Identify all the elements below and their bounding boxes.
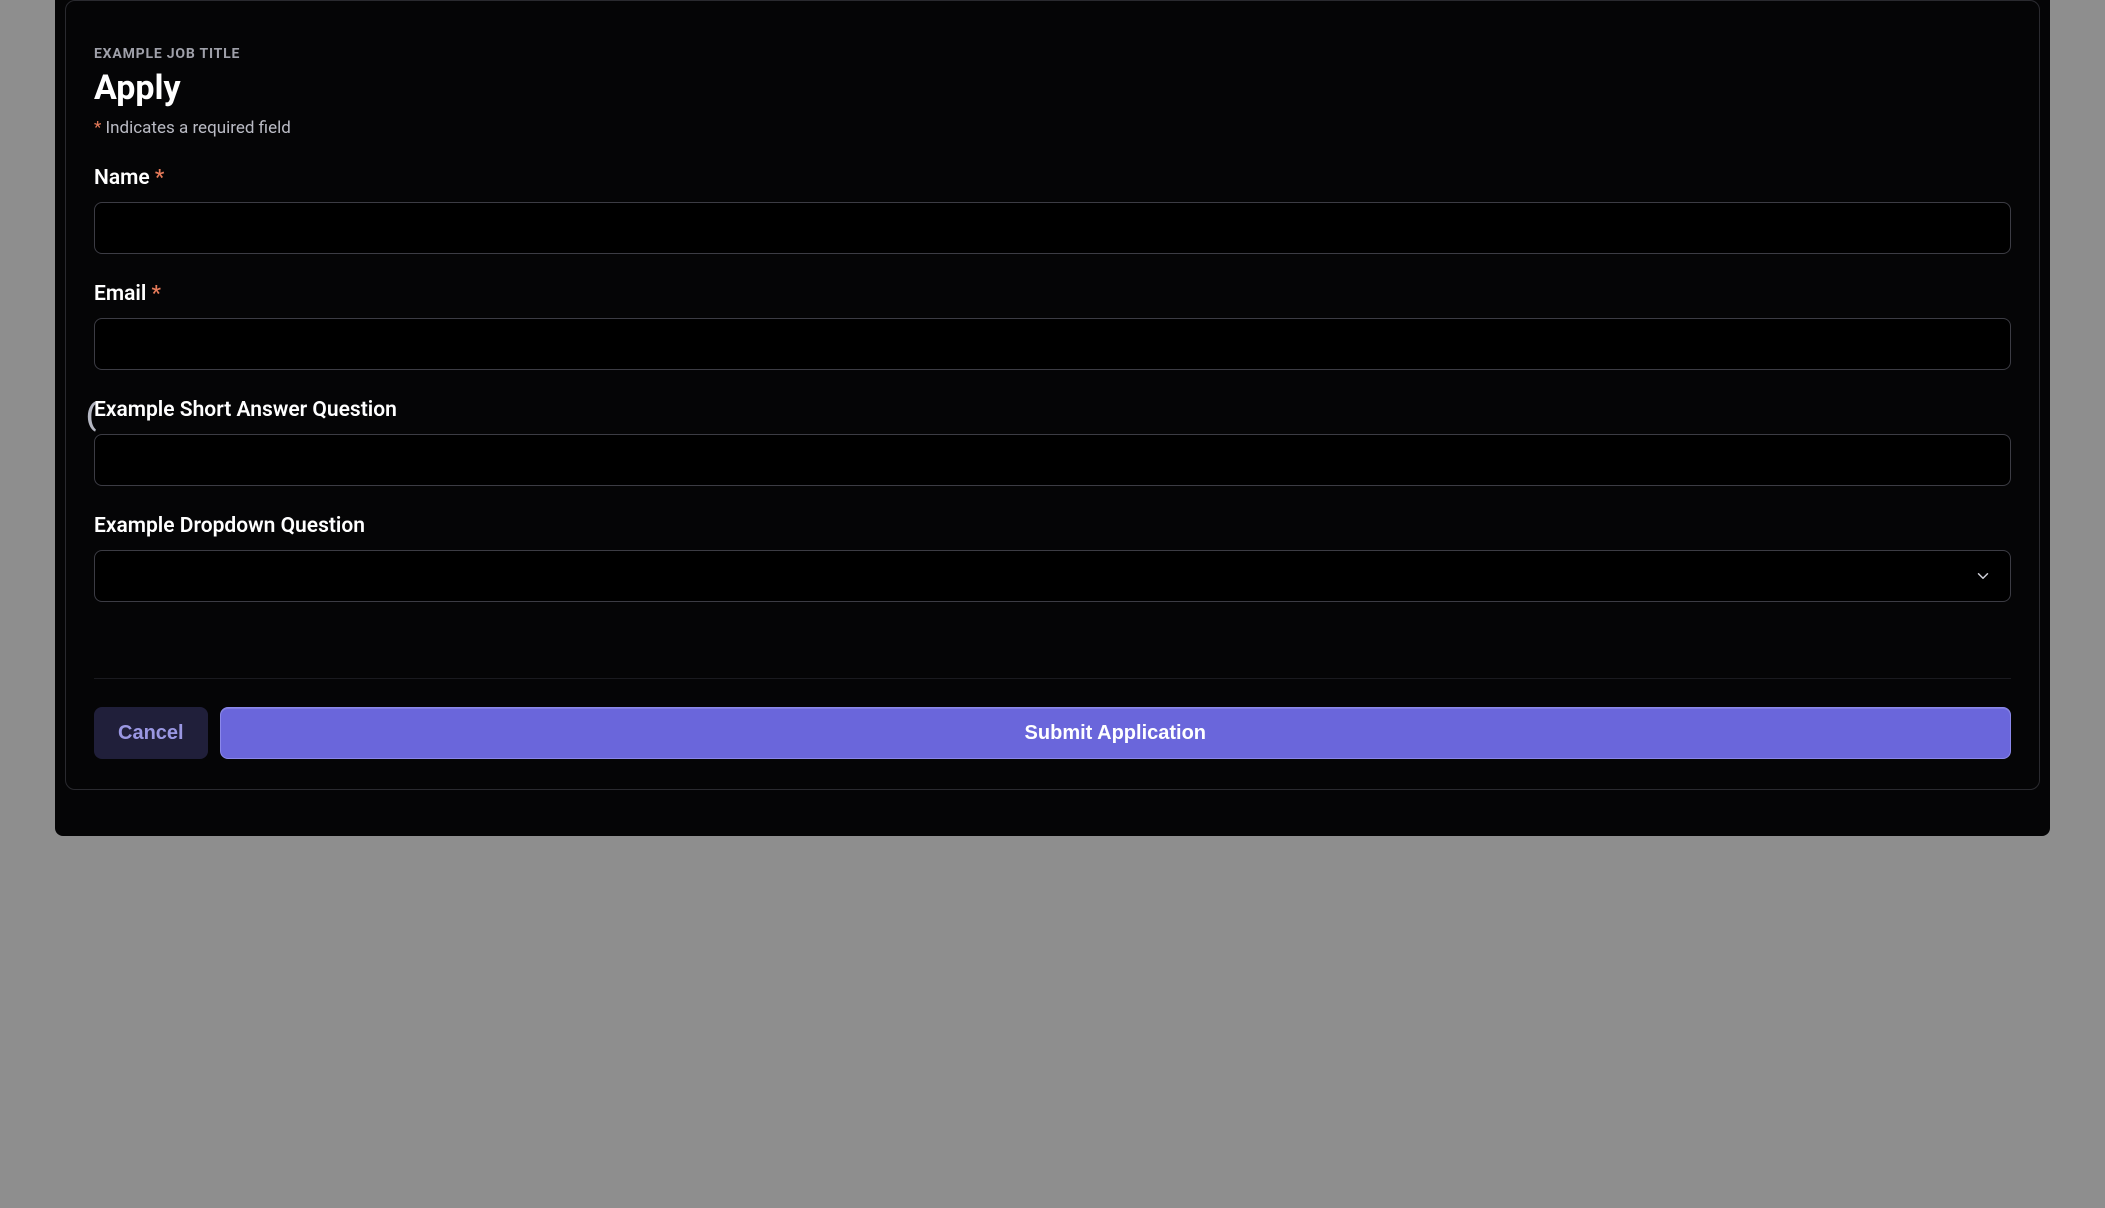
name-label: Name * [94,166,2011,190]
app-panel: EXAMPLE JOB TITLE Apply * Indicates a re… [55,0,2050,836]
email-field-block: Email * [94,282,2011,370]
name-label-text: Name [94,166,155,190]
cancel-button[interactable]: Cancel [94,707,208,759]
name-input[interactable] [94,202,2011,254]
flex-spacer [94,630,2011,668]
application-card: EXAMPLE JOB TITLE Apply * Indicates a re… [65,0,2040,790]
short-answer-label: Example Short Answer Question [94,398,2011,422]
short-answer-field-block: Example Short Answer Question [94,398,2011,486]
submit-application-button[interactable]: Submit Application [220,707,2011,759]
required-note-text: Indicates a required field [101,118,291,138]
email-label: Email * [94,282,2011,306]
name-field-block: Name * [94,166,2011,254]
name-required-asterisk: * [155,166,164,190]
email-input[interactable] [94,318,2011,370]
dropdown-label: Example Dropdown Question [94,514,2011,538]
email-label-text: Email [94,282,152,306]
chevron-down-icon [1974,567,1992,585]
dropdown-field-block: Example Dropdown Question [94,514,2011,602]
required-field-note: * Indicates a required field [94,118,2011,138]
email-required-asterisk: * [152,282,161,306]
job-title-eyebrow: EXAMPLE JOB TITLE [94,46,2011,62]
form-button-row: Cancel Submit Application [94,707,2011,759]
short-answer-input[interactable] [94,434,2011,486]
section-divider [94,678,2011,679]
dropdown-select[interactable] [94,550,2011,602]
apply-heading: Apply [94,68,2011,108]
